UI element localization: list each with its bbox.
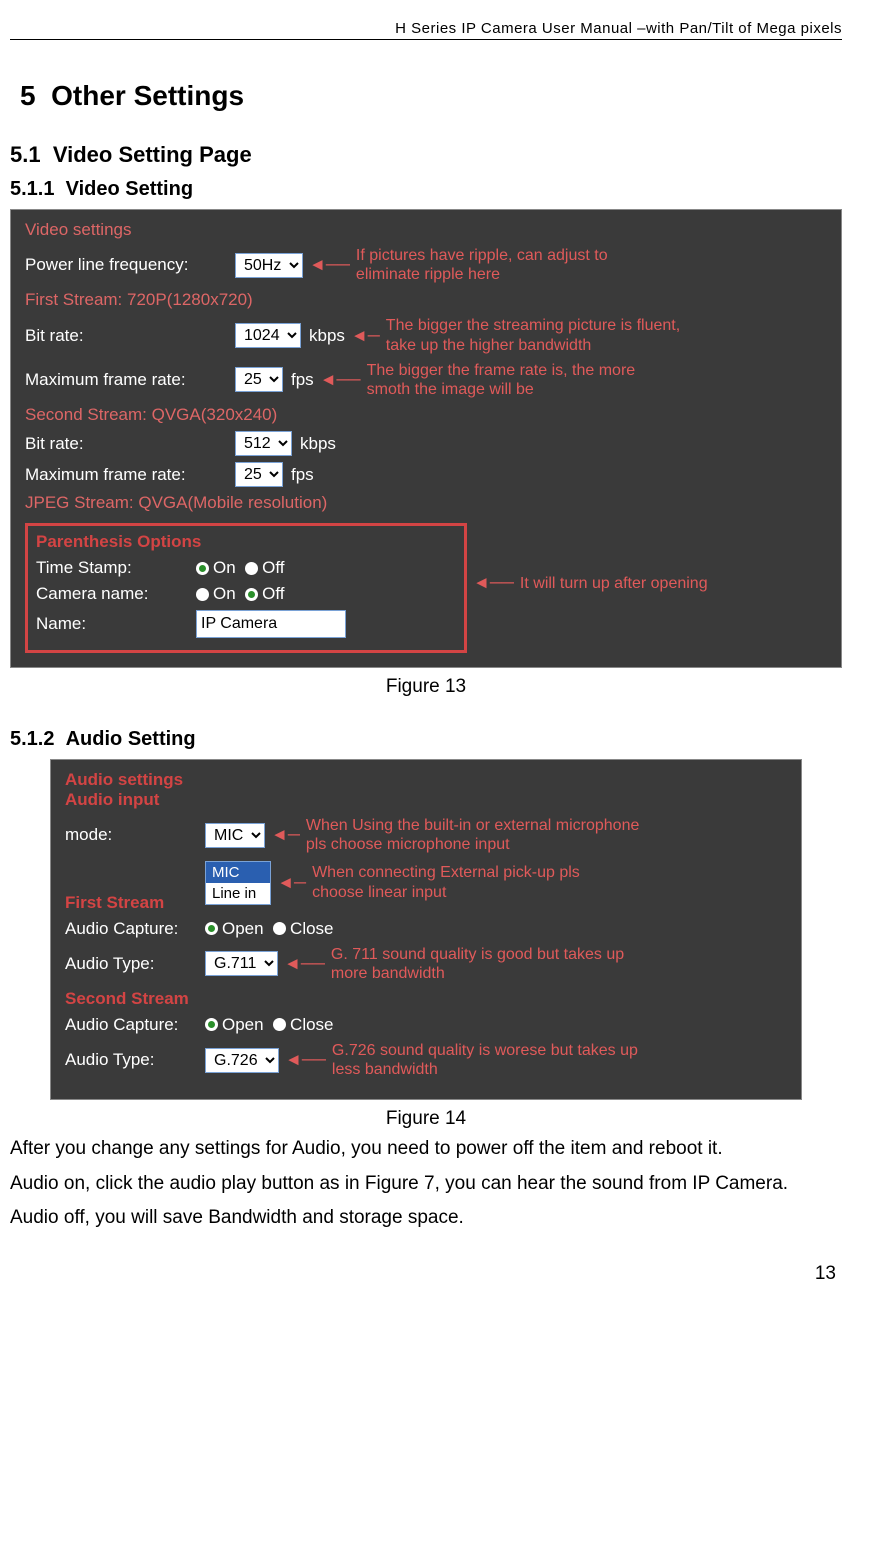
body-paragraph: Audio on, click the audio play button as… xyxy=(10,1169,842,1199)
cameraname-off-radio[interactable] xyxy=(245,588,258,601)
audiotype1-label: Audio Type: xyxy=(65,954,205,974)
video-settings-title: Video settings xyxy=(25,220,827,240)
on-label: On xyxy=(213,584,236,604)
figure13-caption: Figure 13 xyxy=(10,676,842,698)
audiotype1-note: G. 711 sound quality is good but takes u… xyxy=(331,945,651,983)
arrow-icon: ◄─ xyxy=(351,326,380,346)
bitrate1-select[interactable]: 1024 xyxy=(235,323,301,348)
jpeg-stream-label: JPEG Stream: QVGA(Mobile resolution) xyxy=(25,493,827,513)
parenthesis-options-box: Parenthesis Options Time Stamp: On Off C… xyxy=(25,523,467,653)
audio-settings-panel: Audio settings Audio input mode: MIC ◄─ … xyxy=(50,759,802,1100)
mode-label: mode: xyxy=(65,825,205,845)
open-label: Open xyxy=(222,919,264,939)
audiotype2-note: G.726 sound quality is worese but takes … xyxy=(332,1041,662,1079)
close-label: Close xyxy=(290,1015,333,1035)
audiotype1-select[interactable]: G.711 xyxy=(205,951,278,976)
arrow-icon: ◄─ xyxy=(277,873,306,893)
audio-settings-title: Audio settings xyxy=(65,770,787,790)
capture1-open-radio[interactable] xyxy=(205,922,218,935)
fps1-note: The bigger the frame rate is, the more s… xyxy=(367,361,647,399)
body-paragraph: After you change any settings for Audio,… xyxy=(10,1134,842,1164)
off-label: Off xyxy=(262,558,284,578)
off-label: Off xyxy=(262,584,284,604)
cameraname-label: Camera name: xyxy=(36,584,196,604)
figure14-caption: Figure 14 xyxy=(10,1108,842,1130)
mode-select[interactable]: MIC xyxy=(205,823,265,848)
arrow-icon: ◄── xyxy=(285,1050,326,1070)
on-label: On xyxy=(213,558,236,578)
mode-note1: When Using the built-in or external micr… xyxy=(306,816,646,854)
audiocapture2-label: Audio Capture: xyxy=(65,1015,205,1035)
mode-option-linein[interactable]: Line in xyxy=(206,883,270,904)
name-input[interactable] xyxy=(196,610,346,638)
arrow-icon: ◄─ xyxy=(271,825,300,845)
arrow-icon: ◄── xyxy=(473,573,514,593)
arrow-icon: ◄── xyxy=(309,255,350,275)
powerline-note: If pictures have ripple, can adjust to e… xyxy=(356,246,636,284)
timestamp-label: Time Stamp: xyxy=(36,558,196,578)
section-heading: 5 Other Settings xyxy=(20,80,842,112)
name-label: Name: xyxy=(36,614,196,634)
timestamp-off-radio[interactable] xyxy=(245,562,258,575)
capture2-close-radio[interactable] xyxy=(273,1018,286,1031)
parenthesis-heading: Parenthesis Options xyxy=(36,532,456,552)
fps2-label: Maximum frame rate: xyxy=(25,465,235,485)
page-number: 13 xyxy=(10,1263,842,1285)
bitrate2-select[interactable]: 512 xyxy=(235,431,292,456)
fps1-unit: fps xyxy=(291,370,314,390)
bitrate1-unit: kbps xyxy=(309,326,345,346)
subsection-heading: 5.1 Video Setting Page xyxy=(10,142,842,168)
second-stream-title: Second Stream xyxy=(65,989,787,1009)
bitrate2-label: Bit rate: xyxy=(25,434,235,454)
subsubsection-heading: 5.1.2 Audio Setting xyxy=(10,728,842,751)
fps2-unit: fps xyxy=(291,465,314,485)
body-paragraph: Audio off, you will save Bandwidth and s… xyxy=(10,1203,842,1233)
mode-dropdown-open[interactable]: MIC Line in xyxy=(205,861,271,905)
audiotype2-select[interactable]: G.726 xyxy=(205,1048,279,1073)
parenthesis-note: It will turn up after opening xyxy=(520,574,708,593)
arrow-icon: ◄── xyxy=(284,954,325,974)
open-label: Open xyxy=(222,1015,264,1035)
video-settings-panel: Video settings Power line frequency: 50H… xyxy=(10,209,842,668)
capture1-close-radio[interactable] xyxy=(273,922,286,935)
powerline-select[interactable]: 50Hz xyxy=(235,253,303,278)
arrow-icon: ◄── xyxy=(320,370,361,390)
bitrate1-note: The bigger the streaming picture is flue… xyxy=(386,316,696,354)
audiocapture1-label: Audio Capture: xyxy=(65,919,205,939)
page-header: H Series IP Camera User Manual –with Pan… xyxy=(10,20,842,40)
close-label: Close xyxy=(290,919,333,939)
timestamp-on-radio[interactable] xyxy=(196,562,209,575)
fps2-select[interactable]: 25 xyxy=(235,462,283,487)
bitrate2-unit: kbps xyxy=(300,434,336,454)
mode-option-mic[interactable]: MIC xyxy=(206,862,270,883)
audio-input-title: Audio input xyxy=(65,790,787,810)
first-stream-label: First Stream: 720P(1280x720) xyxy=(25,290,827,310)
capture2-open-radio[interactable] xyxy=(205,1018,218,1031)
fps1-select[interactable]: 25 xyxy=(235,367,283,392)
mode-note2: When connecting External pick-up pls cho… xyxy=(312,863,612,901)
subsubsection-heading: 5.1.1 Video Setting xyxy=(10,178,842,201)
powerline-label: Power line frequency: xyxy=(25,255,235,275)
cameraname-on-radio[interactable] xyxy=(196,588,209,601)
second-stream-label: Second Stream: QVGA(320x240) xyxy=(25,405,827,425)
audiotype2-label: Audio Type: xyxy=(65,1050,205,1070)
fps1-label: Maximum frame rate: xyxy=(25,370,235,390)
bitrate1-label: Bit rate: xyxy=(25,326,235,346)
